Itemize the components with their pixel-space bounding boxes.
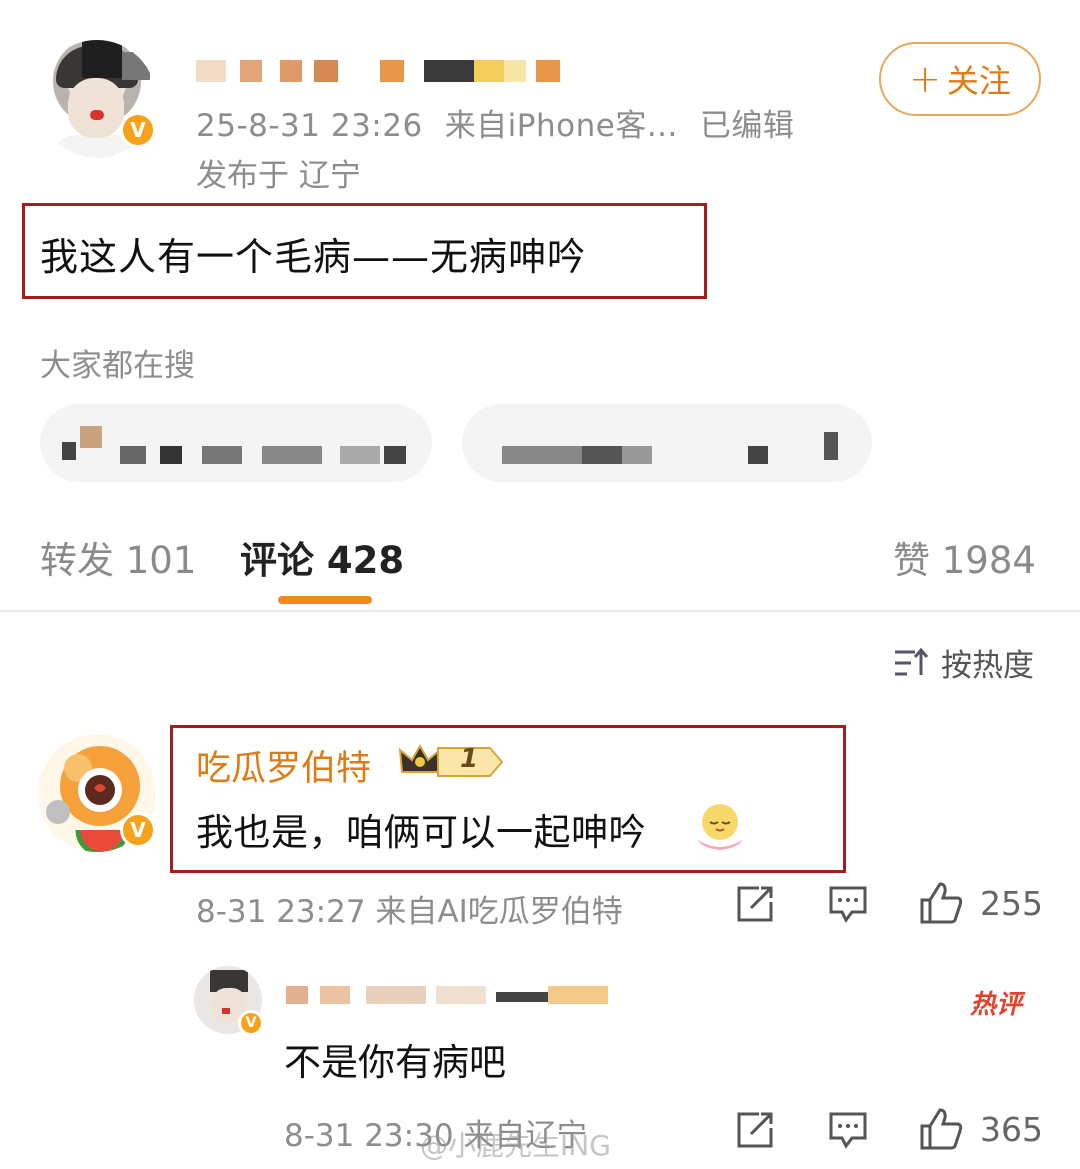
post-timestamp: 25-8-31 23:26 (196, 108, 423, 144)
like-icon[interactable] (918, 880, 964, 926)
verified-badge-icon: V (120, 812, 156, 848)
commenter-name[interactable]: 吃瓜罗伯特 (196, 740, 371, 791)
verified-badge-icon: V (120, 112, 156, 148)
comment-text: 我也是，咱俩可以一起呻吟 (196, 811, 646, 854)
like-count: 365 (980, 1110, 1043, 1149)
trending-search-chip[interactable] (40, 404, 432, 482)
comment-icon[interactable] (828, 1110, 868, 1150)
trending-search-label: 大家都在搜 (40, 348, 195, 384)
share-icon[interactable] (735, 1110, 775, 1150)
sort-label: 按热度 (941, 648, 1034, 684)
active-tab-indicator (278, 596, 372, 604)
post-location: 发布于 辽宁 (196, 158, 361, 194)
divider (0, 610, 1080, 612)
watermark: @小鹿先生ING (420, 1129, 611, 1162)
fan-level-badge: 1 (434, 744, 504, 778)
hot-comment-badge: 热评 (970, 990, 1023, 1020)
tab-like[interactable]: 赞 1984 (893, 530, 1036, 584)
sort-icon (895, 647, 929, 675)
reply-text: 不是你有病吧 (284, 1041, 506, 1084)
trending-search-chip[interactable] (462, 404, 872, 482)
post-source[interactable]: 来自iPhone客... (445, 108, 678, 144)
follow-label: 关注 (946, 62, 1011, 100)
emoji-icon (698, 804, 742, 850)
tab-repost[interactable]: 转发 101 (40, 530, 196, 584)
comment-source: 来自AI吃瓜罗伯特 (375, 894, 623, 930)
comment-time: 8-31 23:27 (196, 894, 366, 930)
like-icon[interactable] (918, 1106, 964, 1152)
comment-icon[interactable] (828, 884, 868, 924)
plus-icon: + (909, 57, 941, 101)
author-name-blurred[interactable] (196, 56, 566, 84)
sort-toggle[interactable]: 按热度 (893, 640, 1034, 685)
reply-name-blurred[interactable] (286, 982, 608, 1006)
like-count: 255 (980, 884, 1043, 923)
tab-comment[interactable]: 评论 428 (240, 530, 404, 584)
fan-level-number: 1 (460, 744, 479, 774)
verified-badge-icon: V (238, 1010, 264, 1036)
comment-meta: 8-31 23:27 来自AI吃瓜罗伯特 (196, 886, 623, 931)
post-meta: 25-8-31 23:26 来自iPhone客... 已编辑 (196, 100, 794, 145)
share-icon[interactable] (735, 884, 775, 924)
post-text: 我这人有一个毛病——无病呻吟 (40, 235, 587, 279)
follow-button[interactable]: + 关注 (879, 42, 1041, 116)
post-edited[interactable]: 已编辑 (700, 108, 795, 144)
